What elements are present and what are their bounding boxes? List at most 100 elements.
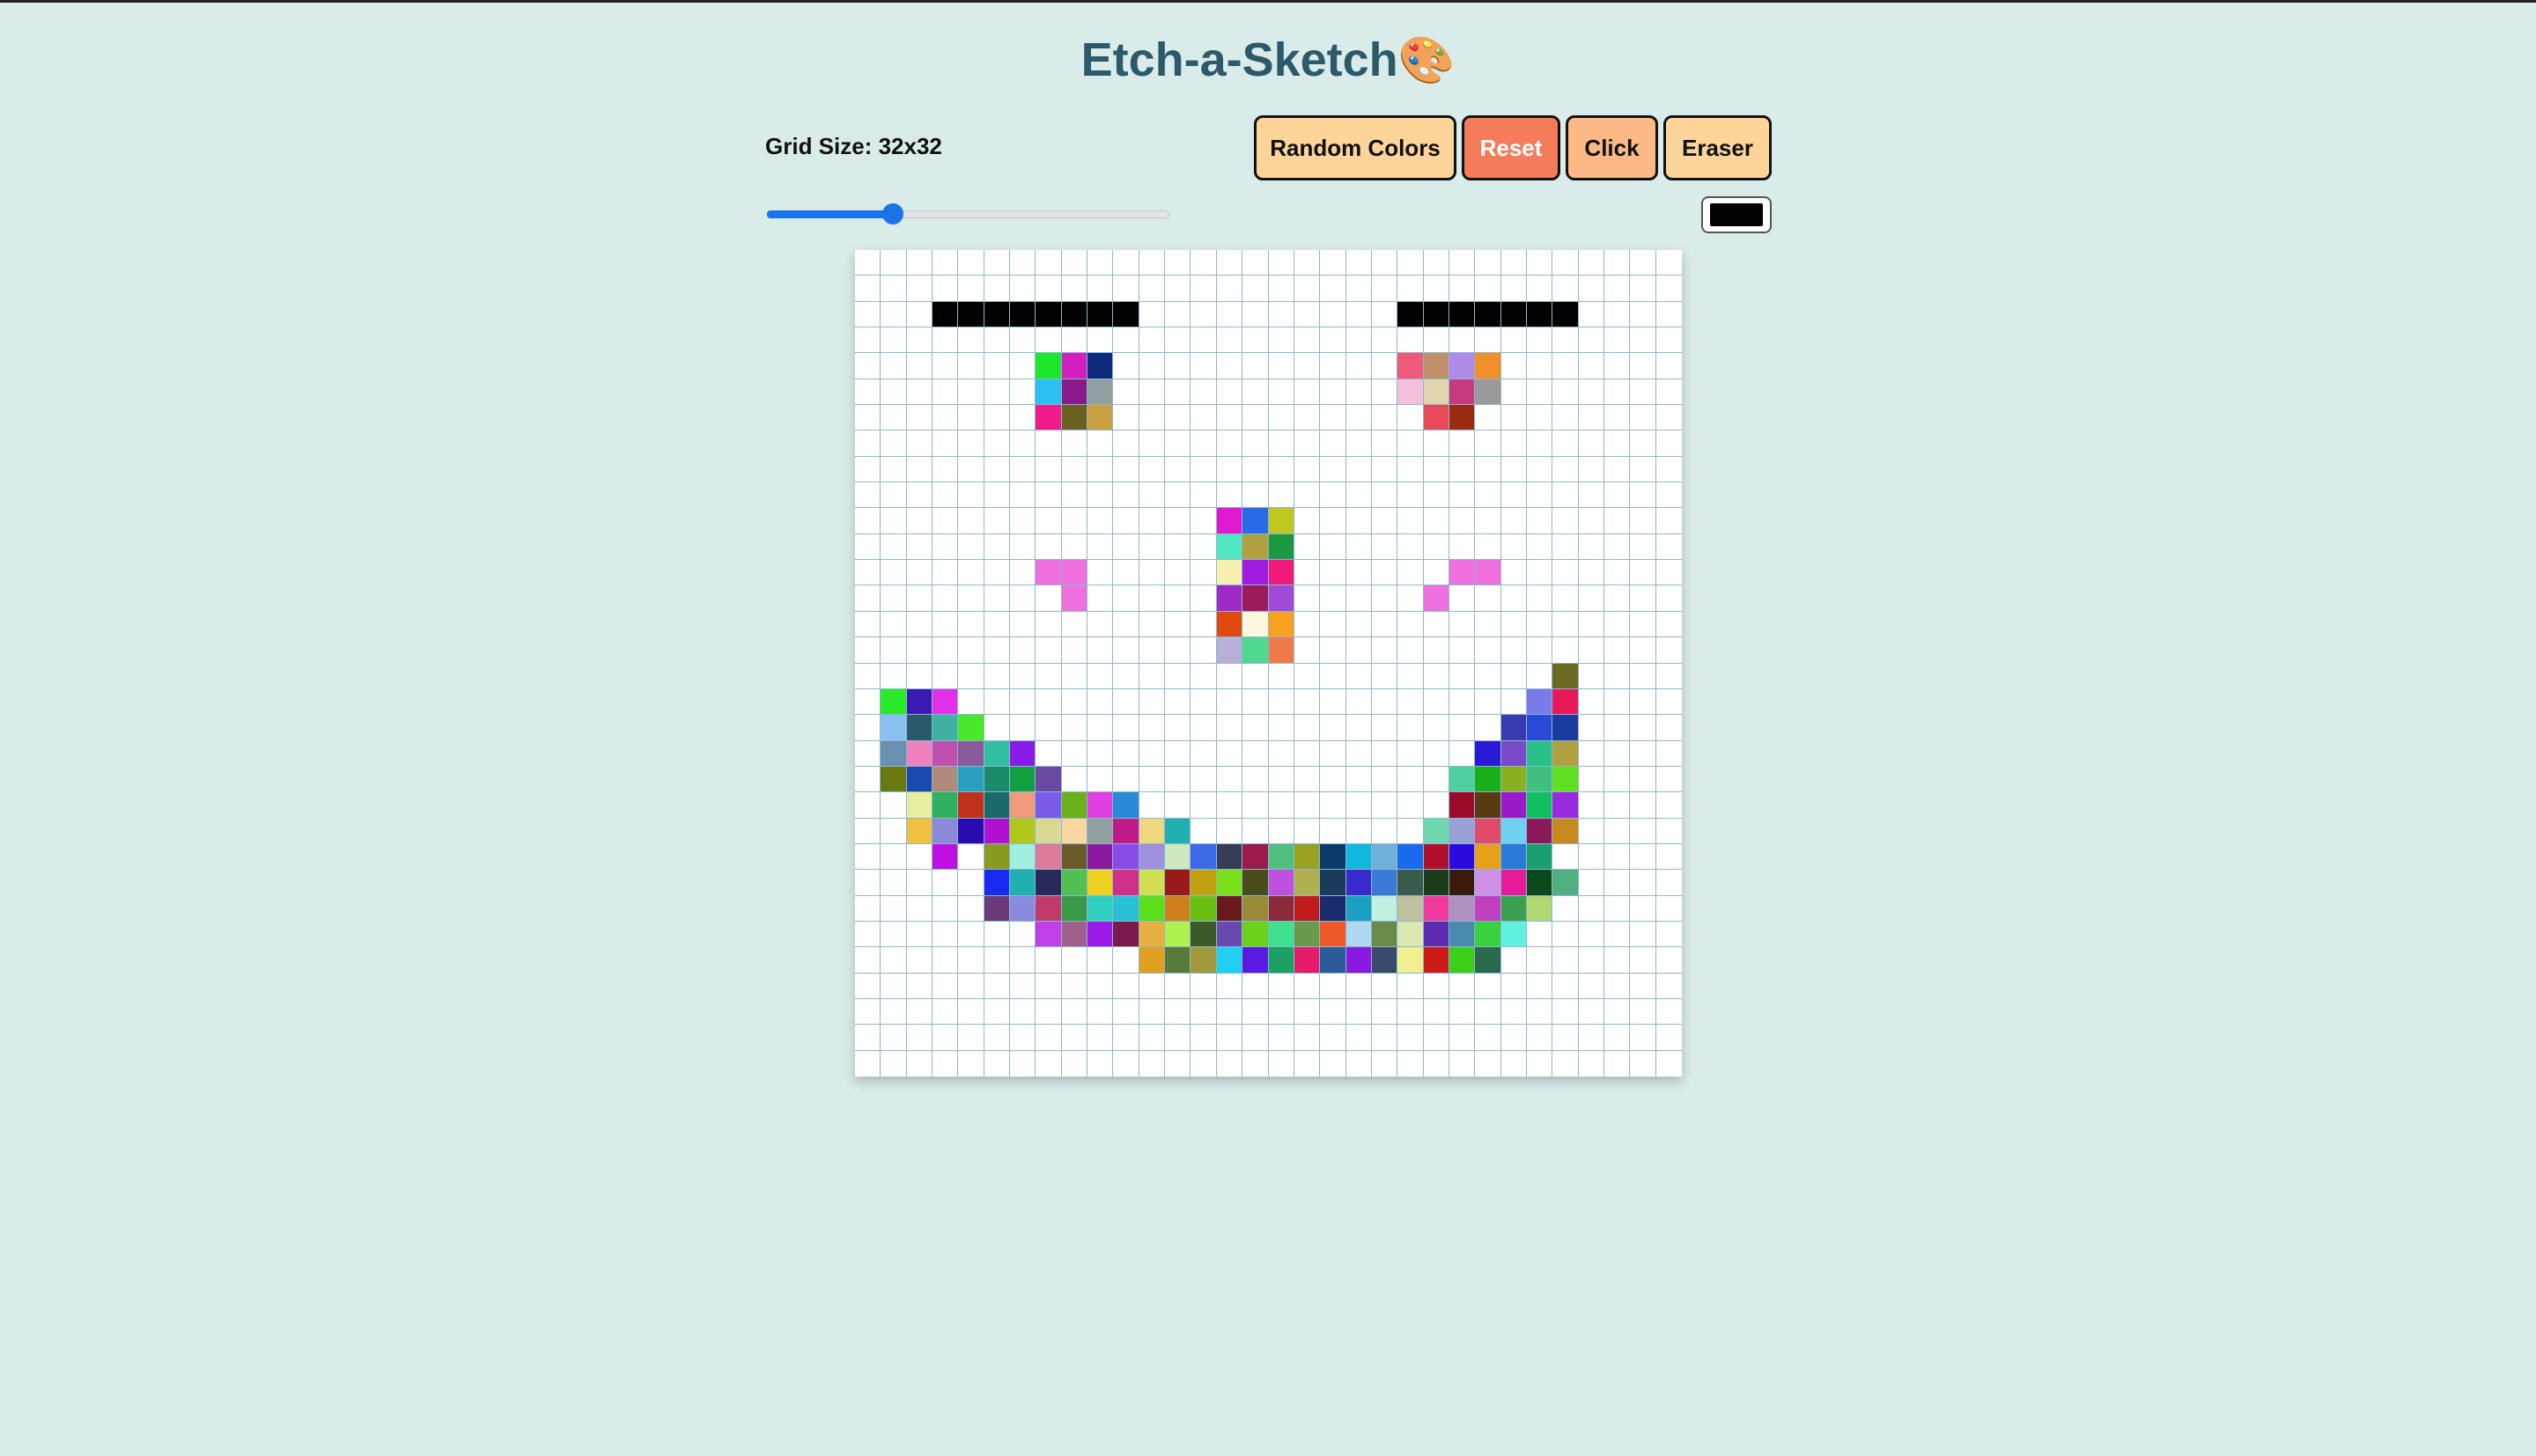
grid-cell[interactable] — [1603, 895, 1631, 922]
grid-cell[interactable] — [1061, 276, 1088, 302]
grid-cell[interactable] — [1191, 766, 1217, 793]
grid-cell[interactable] — [1655, 1025, 1682, 1051]
grid-cell[interactable] — [1216, 818, 1243, 844]
grid-cell[interactable] — [881, 663, 907, 689]
grid-cell[interactable] — [958, 998, 984, 1026]
grid-cell[interactable] — [958, 327, 984, 354]
grid-cell[interactable] — [1371, 947, 1398, 974]
grid-cell[interactable] — [1397, 327, 1424, 354]
grid-cell[interactable] — [1268, 456, 1294, 483]
grid-cell[interactable] — [1139, 327, 1166, 354]
grid-cell[interactable] — [1423, 430, 1449, 457]
grid-cell[interactable] — [1165, 766, 1191, 793]
grid-cell[interactable] — [1268, 921, 1294, 948]
grid-cell[interactable] — [1500, 998, 1527, 1026]
grid-cell[interactable] — [1139, 663, 1166, 689]
grid-cell[interactable] — [1087, 688, 1114, 716]
grid-cell[interactable] — [1397, 405, 1424, 431]
grid-cell[interactable] — [1242, 1025, 1269, 1051]
grid-cell[interactable] — [1655, 843, 1682, 871]
grid-cell[interactable] — [1113, 585, 1139, 612]
grid-cell[interactable] — [1165, 870, 1191, 896]
grid-cell[interactable] — [1526, 947, 1553, 974]
grid-cell[interactable] — [1061, 740, 1088, 767]
grid-cell[interactable] — [1552, 379, 1579, 406]
grid-cell[interactable] — [1010, 921, 1036, 948]
grid-cell[interactable] — [1603, 792, 1631, 819]
grid-cell[interactable] — [1165, 482, 1191, 509]
grid-cell[interactable] — [1165, 792, 1191, 819]
grid-cell[interactable] — [1655, 250, 1682, 276]
grid-cell[interactable] — [958, 843, 984, 871]
grid-cell[interactable] — [1630, 353, 1656, 379]
grid-cell[interactable] — [1630, 921, 1656, 948]
grid-cell[interactable] — [1423, 533, 1449, 561]
grid-cell[interactable] — [1630, 740, 1656, 767]
grid-cell[interactable] — [1268, 766, 1294, 793]
grid-cell[interactable] — [1371, 715, 1398, 741]
grid-cell[interactable] — [1397, 818, 1424, 844]
grid-cell[interactable] — [1578, 611, 1604, 638]
grid-cell[interactable] — [1191, 560, 1217, 586]
grid-cell[interactable] — [1449, 508, 1476, 534]
grid-cell[interactable] — [1500, 456, 1527, 483]
grid-cell[interactable] — [1165, 921, 1191, 948]
grid-cell[interactable] — [1216, 688, 1243, 716]
grid-cell[interactable] — [1526, 456, 1553, 483]
grid-cell[interactable] — [1500, 818, 1527, 844]
grid-cell[interactable] — [1552, 1050, 1579, 1077]
grid-cell[interactable] — [1423, 560, 1449, 586]
grid-cell[interactable] — [1397, 921, 1424, 948]
grid-cell[interactable] — [906, 353, 933, 379]
grid-cell[interactable] — [1449, 843, 1476, 871]
grid-cell[interactable] — [984, 276, 1011, 302]
grid-cell[interactable] — [933, 585, 959, 612]
grid-cell[interactable] — [1320, 637, 1346, 664]
grid-cell[interactable] — [1010, 715, 1036, 741]
grid-cell[interactable] — [1552, 715, 1579, 741]
grid-cell[interactable] — [1113, 921, 1139, 948]
grid-cell[interactable] — [1268, 637, 1294, 664]
grid-cell[interactable] — [1500, 585, 1527, 612]
grid-cell[interactable] — [1603, 379, 1631, 406]
grid-cell[interactable] — [1320, 895, 1346, 922]
grid-cell[interactable] — [1216, 301, 1243, 328]
grid-cell[interactable] — [1087, 663, 1114, 689]
grid-cell[interactable] — [1449, 430, 1476, 457]
grid-cell[interactable] — [1345, 637, 1372, 664]
grid-cell[interactable] — [1397, 870, 1424, 896]
grid-cell[interactable] — [1630, 430, 1656, 457]
grid-cell[interactable] — [1603, 611, 1631, 638]
grid-cell[interactable] — [1036, 250, 1062, 276]
grid-cell[interactable] — [1345, 766, 1372, 793]
grid-cell[interactable] — [1294, 327, 1321, 354]
grid-cell[interactable] — [1397, 947, 1424, 974]
grid-cell[interactable] — [1345, 430, 1372, 457]
grid-cell[interactable] — [933, 353, 959, 379]
grid-cell[interactable] — [1010, 740, 1036, 767]
grid-cell[interactable] — [984, 456, 1011, 483]
grid-cell[interactable] — [933, 1050, 959, 1077]
grid-cell[interactable] — [1475, 895, 1501, 922]
grid-cell[interactable] — [984, 508, 1011, 534]
grid-cell[interactable] — [1371, 611, 1398, 638]
grid-cell[interactable] — [906, 766, 933, 793]
grid-cell[interactable] — [1500, 560, 1527, 586]
grid-cell[interactable] — [1397, 973, 1424, 999]
grid-cell[interactable] — [958, 276, 984, 302]
grid-cell[interactable] — [1578, 405, 1604, 431]
grid-cell[interactable] — [1216, 250, 1243, 276]
grid-cell[interactable] — [906, 998, 933, 1026]
grid-cell[interactable] — [1113, 1050, 1139, 1077]
grid-cell[interactable] — [1268, 843, 1294, 871]
grid-cell[interactable] — [984, 430, 1011, 457]
grid-cell[interactable] — [1371, 585, 1398, 612]
grid-cell[interactable] — [1268, 973, 1294, 999]
grid-cell[interactable] — [1010, 276, 1036, 302]
grid-cell[interactable] — [1061, 998, 1088, 1026]
grid-cell[interactable] — [1294, 818, 1321, 844]
grid-cell[interactable] — [1397, 508, 1424, 534]
grid-cell[interactable] — [1500, 327, 1527, 354]
grid-cell[interactable] — [1320, 1050, 1346, 1077]
grid-cell[interactable] — [1113, 740, 1139, 767]
